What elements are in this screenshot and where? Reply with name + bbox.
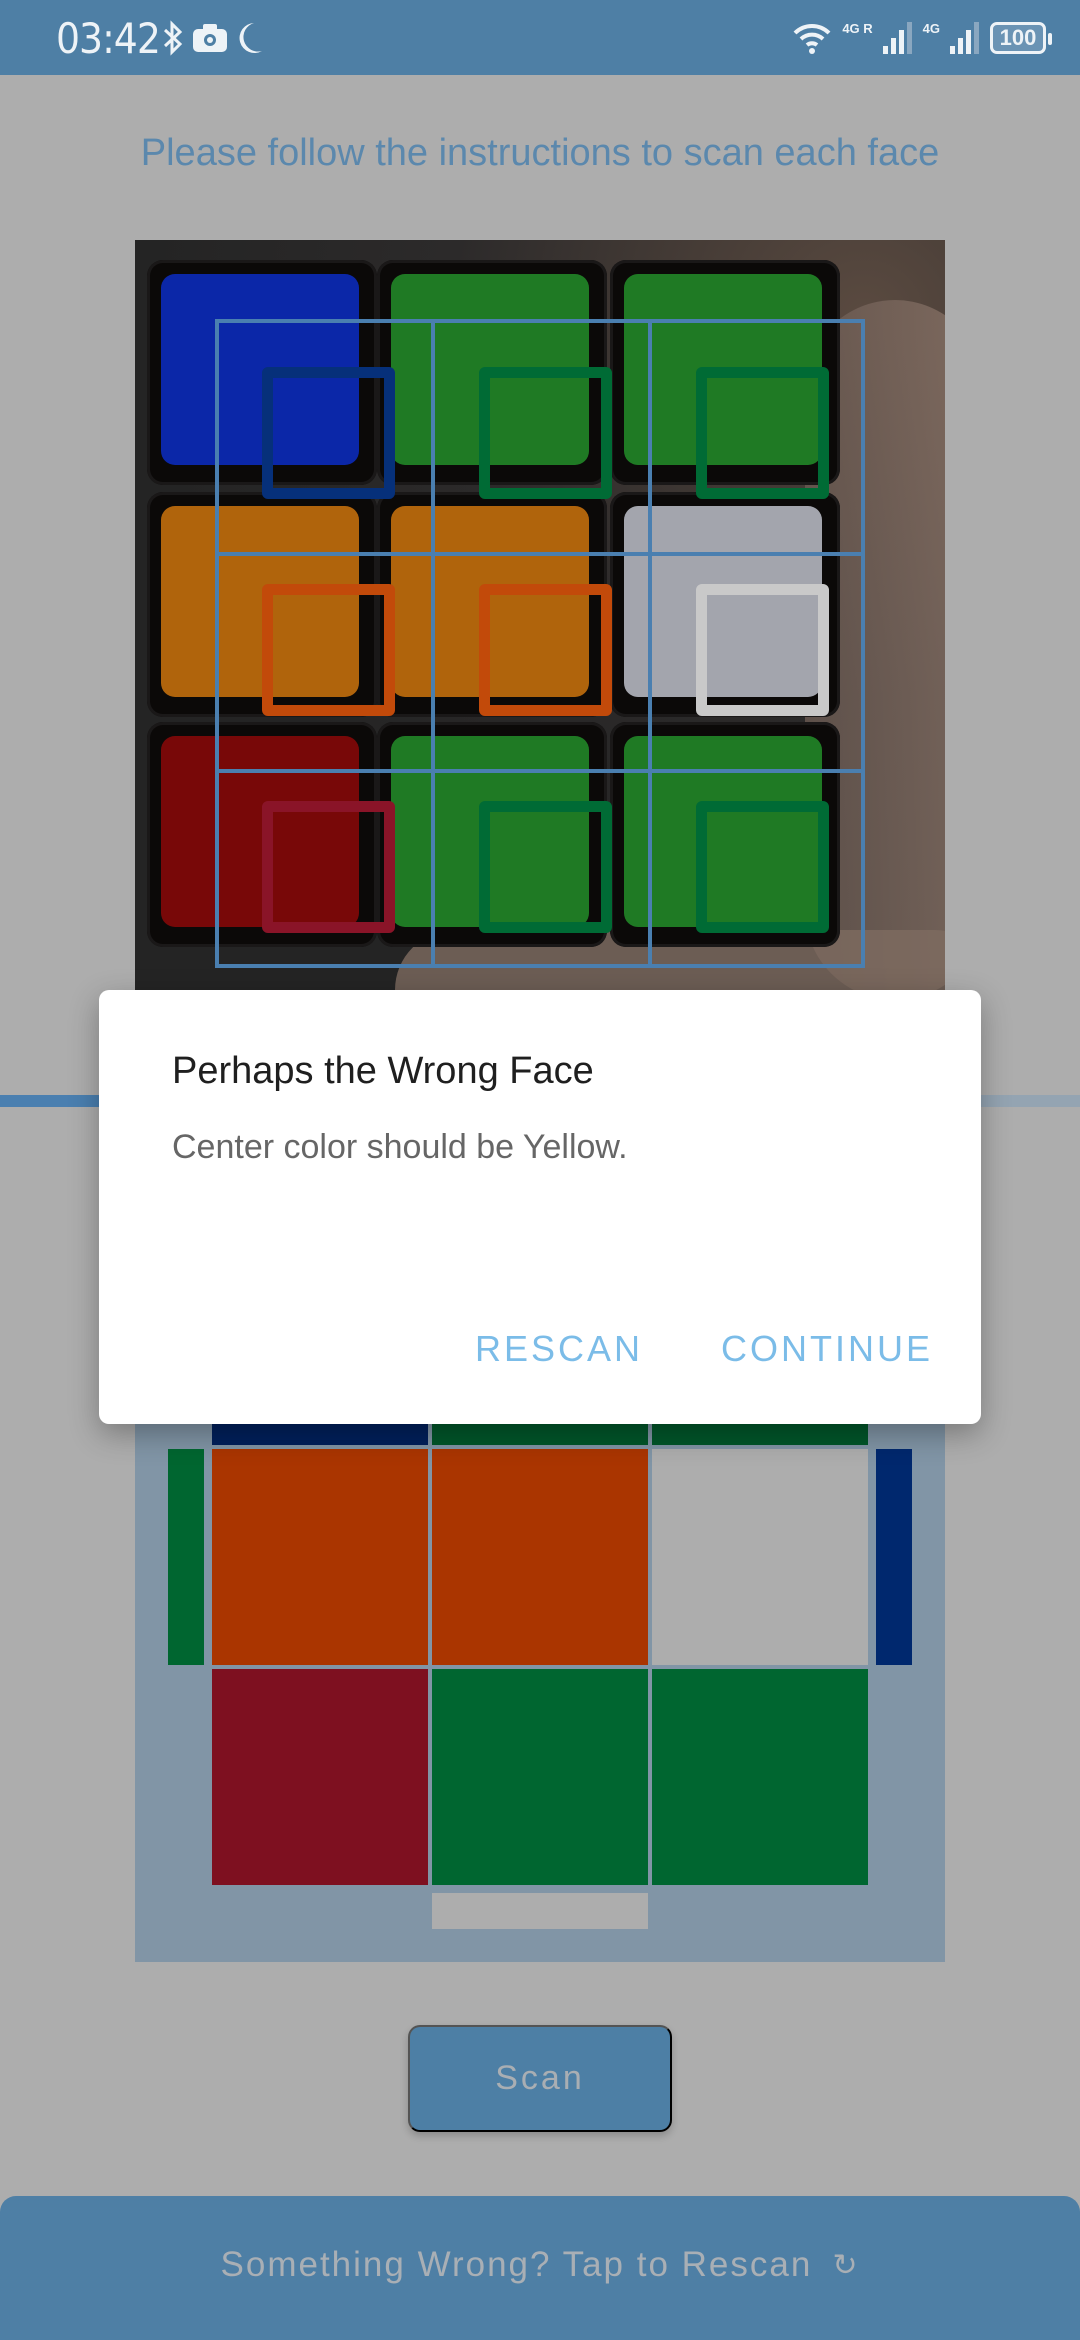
- net-right-edge: [876, 1449, 912, 1665]
- camera-icon: [193, 24, 227, 52]
- color-marker-green: [479, 801, 612, 933]
- wifi-icon: [793, 23, 831, 54]
- moon-icon: [239, 23, 262, 53]
- net-left-edge: [168, 1449, 204, 1665]
- instruction-text: Please follow the instructions to scan e…: [140, 132, 940, 174]
- color-marker-green: [696, 801, 829, 933]
- rescan-bar-label: Something Wrong? Tap to Rescan: [220, 2245, 813, 2284]
- grid-line: [219, 769, 861, 773]
- status-right-icons: 4G R 4G 100: [792, 18, 1052, 58]
- network-type-2: 4G: [922, 20, 940, 36]
- color-marker-orange: [262, 584, 395, 716]
- wrong-face-dialog: Perhaps the Wrong Face Center color shou…: [99, 990, 981, 1424]
- grid-line: [219, 552, 861, 556]
- signal-icon-1: [882, 22, 912, 54]
- net-cell: [432, 1669, 648, 1885]
- dialog-message: Center color should be Yellow.: [172, 1128, 628, 1166]
- continue-button[interactable]: CONTINUE: [721, 1328, 933, 1370]
- status-left-icons: [162, 18, 264, 58]
- grid-line: [648, 323, 652, 964]
- net-cell: [652, 1449, 868, 1665]
- net-cell: [432, 1449, 648, 1665]
- grid-line: [431, 323, 435, 964]
- net-bottom-edge: [432, 1893, 648, 1929]
- signal-icon-2: [950, 22, 979, 54]
- battery-icon: 100: [990, 22, 1052, 54]
- color-marker-white: [696, 584, 829, 716]
- dialog-title: Perhaps the Wrong Face: [172, 1050, 594, 1092]
- camera-preview: [135, 240, 945, 990]
- network-type-1: 4G R: [842, 20, 873, 36]
- color-marker-red: [262, 801, 395, 933]
- net-cell: [212, 1669, 428, 1885]
- scan-button[interactable]: Scan: [408, 2025, 672, 2132]
- clock: 03:42: [56, 14, 161, 63]
- rescan-bar[interactable]: Something Wrong? Tap to Rescan ↻: [0, 2196, 1080, 2340]
- color-marker-green: [479, 367, 612, 499]
- status-bar: 03:42 4G R 4G 100: [0, 0, 1080, 75]
- rescan-button[interactable]: RESCAN: [475, 1328, 643, 1370]
- color-marker-orange: [479, 584, 612, 716]
- bluetooth-icon: [163, 20, 183, 56]
- net-cell: [212, 1449, 428, 1665]
- color-marker-green: [696, 367, 829, 499]
- refresh-icon: ↻: [832, 2248, 860, 2282]
- color-marker-blue: [262, 367, 395, 499]
- net-cell: [652, 1669, 868, 1885]
- dialog-actions: RESCAN CONTINUE: [475, 1328, 933, 1370]
